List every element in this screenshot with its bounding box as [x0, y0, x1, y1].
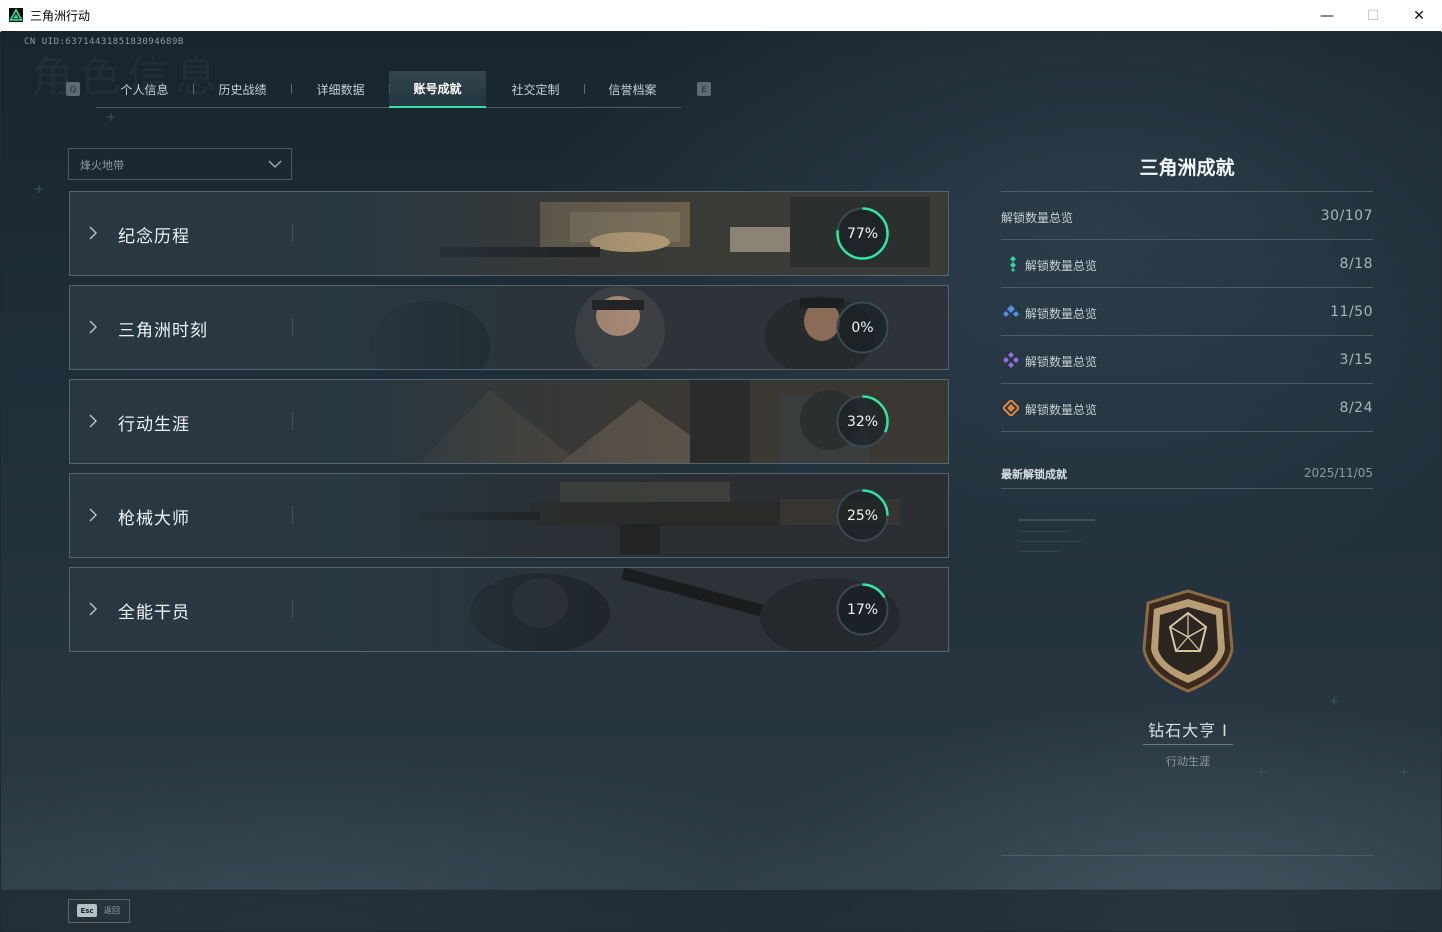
chevron-right-icon: [89, 414, 97, 428]
category-card-memorial[interactable]: 纪念历程 77%: [69, 191, 949, 276]
decor-cross: +: [34, 182, 45, 196]
category-card-all-round-operator[interactable]: 全能干员 17%: [69, 567, 949, 652]
card-shade: [70, 568, 948, 651]
tab-personal-info[interactable]: 个人信息: [96, 71, 193, 107]
latest-achievement-name: 钻石大亨 I: [1148, 721, 1228, 740]
chevron-right-icon: [89, 602, 97, 616]
tab-bar: 个人信息 历史战绩 详细数据 账号成就 社交定制 信誉档案: [96, 71, 681, 108]
summary-row-label: 解锁数量总览: [1025, 259, 1098, 273]
diamond-shield-badge-icon: [1142, 589, 1234, 693]
chevron-right-icon: [89, 226, 97, 240]
card-shade: [70, 474, 948, 557]
card-shade: [70, 380, 948, 463]
decor-cross: +: [1399, 765, 1410, 779]
summary-row-label: 解锁数量总览: [1025, 403, 1098, 417]
card-divider: [292, 318, 293, 336]
tab-next-key[interactable]: E: [697, 82, 711, 96]
maximize-button[interactable]: ☐: [1350, 0, 1396, 31]
summary-total-label: 解锁数量总览: [1001, 211, 1074, 225]
category-name: 全能干员: [118, 603, 190, 623]
summary-total-row: 解锁数量总览 30/107: [1001, 192, 1373, 240]
summary-row-purple: 解锁数量总览 3/15: [1001, 336, 1373, 384]
summary-row-blue: 解锁数量总览 11/50: [1001, 288, 1373, 336]
chevron-right-icon: [89, 508, 97, 522]
summary-row-label: 解锁数量总览: [1025, 355, 1098, 369]
card-shade: [70, 192, 948, 275]
latest-unlocked-label: 最新解锁成就: [1001, 468, 1067, 481]
back-button[interactable]: Esc 返回: [68, 899, 130, 923]
category-name: 枪械大师: [118, 509, 190, 529]
mode-dropdown[interactable]: 烽火地带: [68, 148, 292, 180]
latest-unlocked-date: 2025/11/05: [1303, 466, 1373, 480]
bottom-bar: [1, 889, 1441, 931]
tab-social[interactable]: 社交定制: [487, 71, 584, 107]
progress-percent: 0%: [851, 319, 874, 336]
window-title: 三角洲行动: [30, 9, 91, 23]
close-window-button[interactable]: ✕: [1396, 0, 1442, 31]
divider: [1001, 488, 1373, 489]
player-uid: CN UID:6371443185183094689B: [24, 37, 184, 47]
app-logo-icon: [9, 8, 23, 22]
decor-cross: +: [106, 110, 117, 124]
category-card-delta-moments[interactable]: 三角洲时刻 0%: [69, 285, 949, 370]
summary-row-orange: 解锁数量总览 8/24: [1001, 384, 1373, 432]
decor-cross: +: [1329, 694, 1340, 708]
divider: [1143, 744, 1233, 745]
latest-achievement-category: 行动生涯: [1166, 755, 1210, 768]
minimize-button[interactable]: —: [1304, 0, 1350, 31]
orange-tier-icon: [1003, 400, 1019, 416]
esc-key-icon: Esc: [77, 904, 97, 917]
summary-total-value: 30/107: [1320, 208, 1373, 224]
card-divider: [292, 506, 293, 524]
tab-credit[interactable]: 信誉档案: [584, 71, 681, 107]
summary-row-value: 11/50: [1330, 304, 1373, 320]
game-viewport: 角色信息 CN UID:6371443185183094689B + + + +…: [1, 31, 1441, 931]
card-divider: [292, 224, 293, 242]
progress-percent: 32%: [846, 413, 879, 430]
mode-dropdown-value: 烽火地带: [80, 159, 124, 172]
tab-details[interactable]: 详细数据: [292, 71, 389, 107]
progress-percent: 77%: [846, 225, 879, 242]
divider: [1001, 431, 1373, 432]
chevron-right-icon: [89, 320, 97, 334]
category-name: 三角洲时刻: [118, 321, 208, 341]
progress-percent: 25%: [846, 507, 879, 524]
window-titlebar: 三角洲行动 — ☐ ✕: [0, 0, 1442, 32]
category-name: 纪念历程: [118, 227, 190, 247]
blue-tier-icon: [1003, 305, 1019, 317]
back-label: 返回: [104, 906, 120, 915]
summary-row-value: 8/18: [1339, 256, 1373, 272]
card-divider: [292, 600, 293, 618]
tab-prev-key[interactable]: Q: [66, 82, 80, 96]
summary-row-value: 3/15: [1339, 352, 1373, 368]
tab-history[interactable]: 历史战绩: [194, 71, 291, 107]
divider: [1001, 855, 1373, 856]
chevron-down-icon: [268, 160, 282, 169]
summary-row-green: 解锁数量总览 8/18: [1001, 240, 1373, 288]
decor-lines: [1019, 519, 1095, 552]
tab-achievements[interactable]: 账号成就: [389, 71, 486, 108]
progress-percent: 17%: [846, 601, 879, 618]
summary-title: 三角洲成就: [1139, 157, 1235, 179]
purple-tier-icon: [1003, 352, 1019, 368]
category-card-operation-career[interactable]: 行动生涯 32%: [69, 379, 949, 464]
category-name: 行动生涯: [118, 415, 190, 435]
card-divider: [292, 412, 293, 430]
category-card-weapon-master[interactable]: 枪械大师 25%: [69, 473, 949, 558]
summary-row-label: 解锁数量总览: [1025, 307, 1098, 321]
green-tier-icon: [1010, 256, 1016, 272]
summary-row-value: 8/24: [1339, 400, 1373, 416]
